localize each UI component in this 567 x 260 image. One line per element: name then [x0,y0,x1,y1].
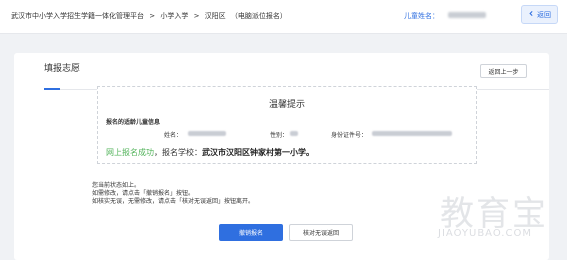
notice-subtitle: 报名的适龄儿童信息 [106,119,161,126]
page-title: 填报志愿 [44,64,81,74]
previous-step-button[interactable]: 返回上一步 [480,64,527,78]
success-text: 网上报名成功 [106,148,154,157]
top-bar: 武汉市中小学入学招生学籍一体化管理平台 > 小学入学 > 汉阳区 （电脑派位报名… [0,0,567,34]
registration-status: 网上报名成功，报名学校：武汉市汉阳区钟家村第一小学。 [106,147,314,158]
id-label: 身份证件号： [331,132,368,139]
name-value [188,131,226,136]
breadcrumb-mode: （电脑派位报名） [230,12,287,20]
id-value [372,131,452,136]
watermark-url: JIAOYUBAO.COM [438,228,532,239]
gender-label: 性别： [270,132,289,139]
instruction-line: 如需修改，请点击「撤销报名」按钮。 [92,190,195,197]
breadcrumb-separator: > [193,12,200,20]
child-name-value [448,12,486,18]
gender-value [290,131,298,136]
back-button-label: 返回 [537,10,551,19]
back-button[interactable]: 返回 [521,5,558,24]
cancel-registration-button[interactable]: 撤销报名 [219,224,283,241]
title-accent-bar [44,88,60,90]
name-label: 姓名： [164,132,183,139]
breadcrumb-platform[interactable]: 武汉市中小学入学招生学籍一体化管理平台 [11,12,144,20]
breadcrumb-separator: > [149,12,156,20]
breadcrumb-primary-school[interactable]: 小学入学 [160,12,188,20]
arrow-left-icon [528,10,535,19]
confirm-return-button[interactable]: 核对无误返回 [289,224,353,241]
notice-title: 温馨提示 [268,100,305,110]
breadcrumb-district[interactable]: 汉阳区 [205,12,226,20]
school-prefix: ，报名学校： [154,148,202,157]
instruction-line: 您当前状态如上。 [92,182,141,189]
child-name-label: 儿童姓名： [404,12,439,20]
breadcrumb: 武汉市中小学入学招生学籍一体化管理平台 > 小学入学 > 汉阳区 （电脑派位报名… [11,11,290,21]
school-name: 武汉市汉阳区钟家村第一小学。 [202,148,314,157]
notice-box: 温馨提示 报名的适龄儿童信息 姓名： 性别： 身份证件号： 网上报名成功，报名学… [97,86,477,164]
instruction-line: 如核实无误，无需修改，请点击「核对无误返回」按钮离开。 [92,198,255,205]
instructions: 您当前状态如上。 如需修改，请点击「撤销报名」按钮。 如核实无误，无需修改，请点… [92,182,254,206]
